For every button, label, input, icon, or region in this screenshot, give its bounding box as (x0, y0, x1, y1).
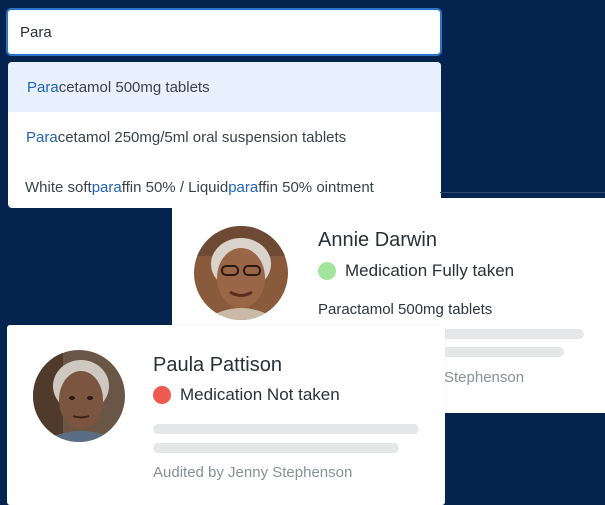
avatar-photo-icon (33, 350, 125, 442)
avatar-photo-icon (194, 226, 288, 320)
suggestion-match: para (91, 178, 122, 196)
suggestion-text: ffin 50% / Liquid (121, 178, 229, 196)
status-dot-icon (153, 386, 171, 404)
suggestion-text: cetamol 250mg/5ml oral suspension tablet… (57, 128, 347, 146)
suggestion-text: cetamol 500mg tablets (58, 78, 210, 96)
divider (440, 192, 605, 193)
status-dot-icon (318, 262, 336, 280)
suggestion-item[interactable]: Para cetamol 250mg/5ml oral suspension ta… (8, 112, 441, 162)
search-suggestions-dropdown: Para cetamol 500mg tablets Para cetamol 25… (8, 62, 441, 208)
patient-name: Annie Darwin (318, 229, 437, 251)
audit-text: Audited by Jenny Stephenson (153, 464, 353, 481)
medication-name: Paractamol 500mg tablets (318, 301, 493, 318)
status-label: Medication Fully taken (345, 261, 515, 280)
suggestion-text: White soft (25, 178, 92, 196)
placeholder-line (153, 424, 419, 434)
suggestion-text: ffin 50% ointment (258, 178, 374, 196)
status-label: Medication Not taken (180, 385, 340, 404)
suggestion-match: Para (26, 128, 58, 146)
suggestion-match: Para (27, 78, 59, 96)
medication-status: Medication Not taken (153, 385, 340, 405)
suggestion-item[interactable]: Para cetamol 500mg tablets (8, 62, 441, 112)
patient-card-paula[interactable]: Paula Pattison Medication Not taken Audi… (7, 325, 445, 505)
suggestion-match: para (228, 178, 259, 196)
search-input[interactable] (8, 10, 440, 54)
audit-text: Stephenson (444, 369, 525, 386)
placeholder-line (153, 443, 399, 453)
patient-name: Paula Pattison (153, 354, 282, 376)
medication-status: Medication Fully taken (318, 261, 514, 281)
medication-search-box[interactable] (6, 8, 442, 56)
